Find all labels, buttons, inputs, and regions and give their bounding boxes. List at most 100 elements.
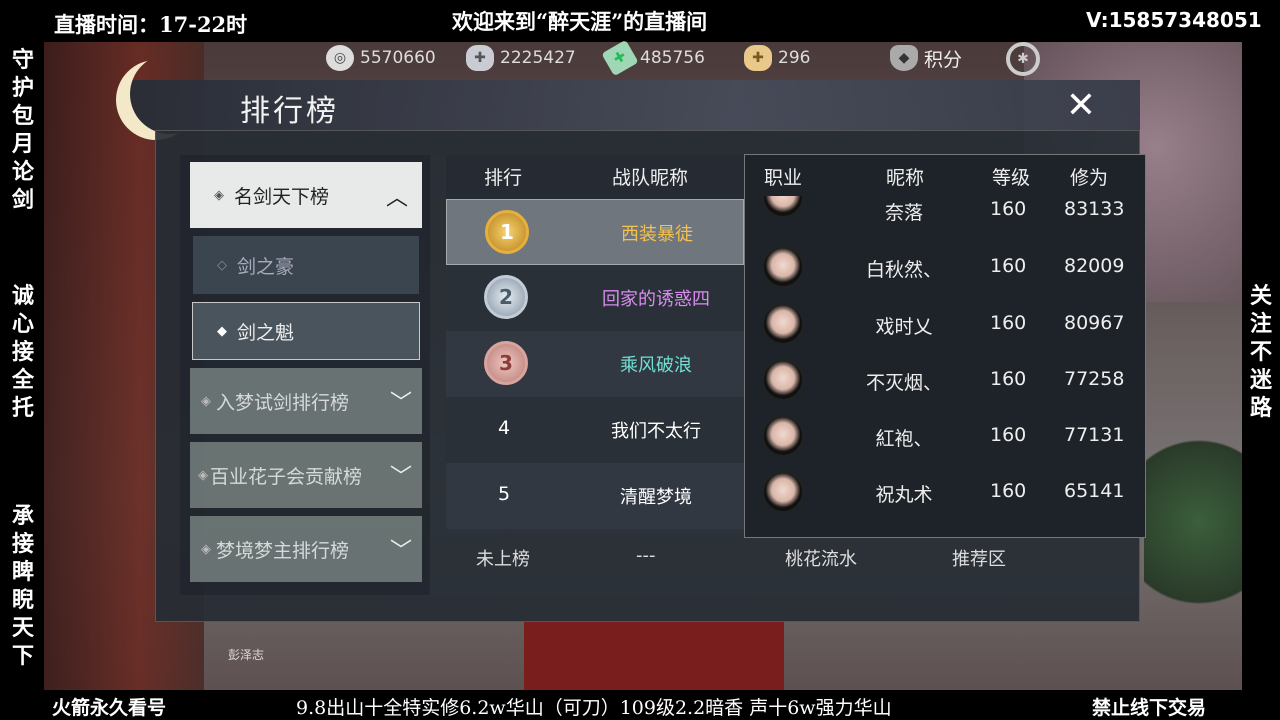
live-time-text: 直播时间：17-22时: [54, 12, 248, 37]
shield-icon: ◆: [890, 45, 918, 71]
rank-number: 4: [497, 417, 511, 439]
tree-decoration: [1144, 422, 1242, 622]
avatar: [762, 246, 804, 288]
avatar: [762, 471, 804, 513]
member-level: 160: [990, 312, 1027, 334]
member-power: 80967: [1064, 312, 1125, 334]
diamond-filled-icon: ◆: [217, 323, 227, 339]
menu-sub-jianzhikui[interactable]: ◆ 剑之魁: [192, 302, 420, 360]
bottom-ticker-text: 9.8出山十全特实修6.2w华山（可刀）109级2.2暗香 声十6w强力华山: [296, 697, 892, 719]
table-row[interactable]: 5 清醒梦境: [446, 463, 744, 529]
rank-number: 5: [497, 483, 511, 505]
diamond-pair-icon: ◈: [198, 467, 208, 483]
menu-sub2-label: 剑之魁: [237, 321, 295, 344]
red-carpet-decoration: [524, 622, 784, 690]
currency-4: ✚ 296: [744, 44, 810, 72]
close-icon: ✕: [1065, 84, 1097, 126]
header-level: 等级: [992, 167, 1031, 189]
currency-2-value: 2225427: [500, 48, 576, 68]
member-row[interactable]: 白秋然、 160 82009: [744, 240, 1144, 296]
menu-sub-jianzhihao[interactable]: ◇ 剑之豪: [193, 236, 419, 294]
table-row[interactable]: 2 回家的诱惑四: [446, 265, 744, 331]
chevron-down-icon: ﹀: [389, 465, 412, 490]
close-button[interactable]: ✕: [1050, 80, 1112, 130]
moon-icon: [130, 54, 210, 134]
member-level: 160: [990, 480, 1027, 502]
team-name: 回家的诱惑四: [602, 289, 710, 310]
watermark-text: 彭泽志: [228, 648, 265, 662]
member-row[interactable]: 戏时乂 160 80967: [744, 297, 1144, 353]
team-name: 清醒梦境: [620, 487, 692, 508]
table-row[interactable]: 3 乘风破浪: [446, 331, 744, 397]
points-button[interactable]: ◆ 积分: [890, 44, 962, 72]
menu-dream-sword-ranking[interactable]: ◈ 入梦试剑排行榜 ﹀: [190, 368, 422, 434]
menu-sub1-label: 剑之豪: [237, 255, 295, 278]
menu-item3-label: 入梦试剑排行榜: [216, 391, 350, 414]
member-power: 77258: [1064, 368, 1125, 390]
member-power: 65141: [1064, 480, 1125, 502]
header-team-name: 战队昵称: [612, 167, 689, 189]
bottom-right-text: 禁止线下交易: [1092, 697, 1207, 719]
own-rank: 未上榜: [476, 549, 530, 570]
left-vertical-text-1: 守护包月论剑: [11, 47, 34, 213]
chevron-down-icon: ﹀: [389, 391, 412, 416]
welcome-text: 欢迎来到“醉天涯”的直播间: [452, 9, 708, 34]
menu-dream-master-ranking[interactable]: ◈ 梦境梦主排行榜 ﹀: [190, 516, 422, 582]
currency-3-value: 485756: [640, 48, 705, 68]
member-power: 82009: [1064, 255, 1125, 277]
menu-contribution-ranking[interactable]: ◈ 百业花子会贡献榜 ﹀: [190, 442, 422, 508]
member-name: 白秋然、: [865, 259, 942, 281]
settings-gear-icon[interactable]: ✱: [1006, 42, 1040, 76]
diamond-icon: ◇: [217, 257, 227, 273]
member-level: 160: [990, 368, 1027, 390]
member-level: 160: [990, 424, 1027, 446]
chevron-up-icon: ︿: [385, 186, 408, 211]
member-name: 祝丸术: [875, 484, 933, 506]
film-reel-icon: ◎: [326, 45, 354, 71]
diamond-pair-icon: ◈: [214, 187, 224, 203]
left-vertical-text-3: 承接睥睨天下: [11, 503, 34, 669]
gold-medal-icon: 1: [485, 210, 529, 254]
team-name: 乘风破浪: [620, 355, 692, 376]
menu-item5-label: 梦境梦主排行榜: [216, 539, 350, 562]
table-row[interactable]: 1 西装暴徒: [446, 199, 744, 265]
menu-main-label: 名剑天下榜: [234, 185, 330, 208]
silver-ingot-icon: ✚: [466, 45, 494, 71]
header-rank: 排行: [484, 167, 523, 189]
member-level: 160: [990, 255, 1027, 277]
jade-ticket-icon: ✚: [601, 39, 639, 77]
currency-2: ✚ 2225427: [466, 44, 576, 72]
avatar: [762, 303, 804, 345]
member-power: 83133: [1064, 198, 1125, 220]
contact-text: V:15857348051: [1086, 8, 1262, 32]
currency-1-value: 5570660: [360, 48, 436, 68]
points-label: 积分: [924, 48, 963, 71]
own-team: ---: [636, 545, 656, 566]
member-name: 奈落: [884, 202, 923, 224]
avatar: [762, 415, 804, 457]
member-power: 77131: [1064, 424, 1125, 446]
header-job: 职业: [764, 167, 803, 189]
avatar: [762, 359, 804, 401]
diamond-pair-icon: ◈: [201, 541, 211, 557]
team-name: 我们不太行: [611, 421, 701, 442]
bottom-left-text: 火箭永久看号: [52, 697, 167, 719]
member-name: 不灭烟、: [865, 372, 942, 394]
avatar: [762, 196, 804, 218]
menu-item4-label: 百业花子会贡献榜: [210, 465, 363, 488]
bronze-medal-icon: 3: [484, 341, 528, 385]
member-row[interactable]: 祝丸术 160 65141: [744, 465, 1144, 521]
own-region: 推荐区: [952, 549, 1006, 570]
currency-4-value: 296: [778, 48, 811, 68]
table-row[interactable]: 4 我们不太行: [446, 397, 744, 463]
member-row[interactable]: 不灭烟、 160 77258: [744, 353, 1144, 409]
member-row[interactable]: 紅袍、 160 77131: [744, 409, 1144, 465]
menu-main-category[interactable]: ◈ 名剑天下榜 ︿: [190, 162, 422, 228]
gold-ingot-icon: ✚: [744, 45, 772, 71]
diamond-pair-icon: ◈: [201, 393, 211, 409]
left-vertical-text-2: 诚心接全托: [11, 283, 34, 421]
member-name: 戏时乂: [875, 316, 933, 338]
header-power: 修为: [1070, 167, 1109, 189]
member-row[interactable]: 奈落 160 83133: [744, 196, 1144, 226]
member-level: 160: [990, 198, 1027, 220]
